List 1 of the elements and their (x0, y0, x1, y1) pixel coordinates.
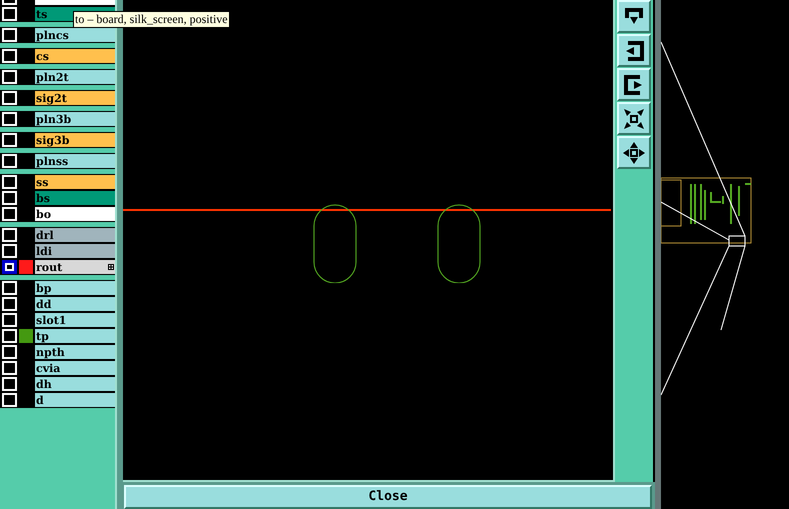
tooltip: to – board, silk_screen, positive (73, 11, 230, 28)
